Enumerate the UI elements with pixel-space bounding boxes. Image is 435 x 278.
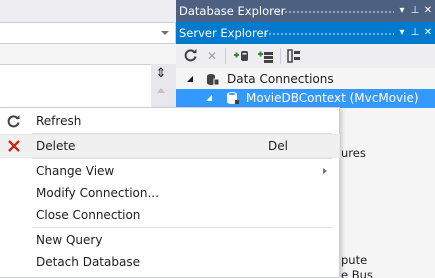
menu-item-modify-connection[interactable]: Modify Connection...: [0, 182, 339, 204]
delete-x-icon: [7, 139, 21, 153]
titlebar-grip: [264, 32, 394, 36]
submenu-arrow-icon: [323, 168, 327, 174]
obscured-tree-label: e Bus: [341, 268, 373, 278]
pin-icon[interactable]: ⊥: [409, 25, 421, 40]
tree-node-label: Data Connections: [227, 72, 334, 86]
split-window-icon[interactable]: ⇕: [154, 66, 168, 82]
menu-item-new-query[interactable]: New Query: [0, 229, 339, 251]
window-position-dropdown-icon[interactable]: ▾: [396, 3, 408, 18]
close-icon[interactable]: ✕: [422, 3, 434, 18]
menu-item-refresh[interactable]: Refresh: [0, 110, 339, 132]
pin-icon[interactable]: ⊥: [409, 3, 421, 18]
editor-tab-strip: [0, 0, 176, 22]
scroll-up-arrow-icon[interactable]: [157, 88, 165, 93]
window-position-dropdown-icon[interactable]: ▾: [396, 25, 408, 40]
toolbar-separator: [280, 48, 281, 64]
server-explorer-title: Server Explorer: [179, 26, 269, 40]
menu-item-delete[interactable]: Delete Del: [0, 134, 340, 158]
menu-item-label: Refresh: [36, 114, 82, 128]
database-connection-icon: [226, 91, 240, 105]
refresh-icon: [7, 114, 21, 128]
menu-item-change-view[interactable]: Change View: [0, 160, 339, 182]
member-dropdown[interactable]: [0, 22, 176, 44]
menu-item-shortcut: Del: [268, 139, 288, 153]
database-explorer-title: Database Explorer: [179, 4, 286, 18]
tree-node-label: MovieDBContext (MvcMovie): [246, 91, 419, 105]
server-explorer-toolbar: ✕: [176, 44, 435, 68]
menu-item-label: Close Connection: [36, 208, 141, 222]
menu-item-label: Detach Database: [36, 255, 140, 269]
data-connections-icon: [206, 72, 220, 86]
menu-separator: [32, 227, 332, 228]
connect-to-database-icon[interactable]: [232, 48, 250, 64]
tree-node-moviedbcontext[interactable]: ◢ MovieDBContext (MvcMovie): [176, 89, 435, 108]
menu-item-label: Change View: [36, 164, 115, 178]
menu-item-label: New Query: [36, 233, 103, 247]
connect-to-server-icon[interactable]: [256, 48, 274, 64]
menu-item-label: Delete: [36, 139, 76, 153]
menu-separator: [32, 133, 332, 134]
editor-header-strip: [0, 44, 176, 64]
properties-icon[interactable]: [286, 48, 302, 64]
chevron-down-icon[interactable]: [161, 31, 169, 35]
menu-separator: [32, 158, 332, 159]
obscured-tree-label: ures: [341, 146, 366, 160]
collapse-arrow-icon[interactable]: ◢: [185, 74, 195, 84]
context-menu: Refresh Delete Del Change View Modify Co…: [0, 107, 340, 278]
menu-item-close-connection[interactable]: Close Connection: [0, 204, 339, 226]
database-explorer-titlebar[interactable]: Database Explorer ▾ ⊥ ✕: [176, 0, 435, 22]
tree-node-data-connections[interactable]: ◢ Data Connections: [176, 70, 435, 89]
stop-refresh-icon[interactable]: ✕: [205, 48, 219, 64]
server-explorer-titlebar[interactable]: Server Explorer ▾ ⊥ ✕: [176, 22, 435, 44]
toolbar-separator: [225, 48, 226, 64]
obscured-tree-label: pute: [341, 253, 368, 267]
menu-item-label: Modify Connection...: [36, 186, 159, 200]
menu-item-detach-database[interactable]: Detach Database: [0, 251, 339, 273]
refresh-icon[interactable]: [183, 48, 199, 64]
titlebar-grip: [276, 10, 394, 14]
close-icon[interactable]: ✕: [422, 25, 434, 40]
collapse-arrow-icon[interactable]: ◢: [204, 93, 214, 103]
